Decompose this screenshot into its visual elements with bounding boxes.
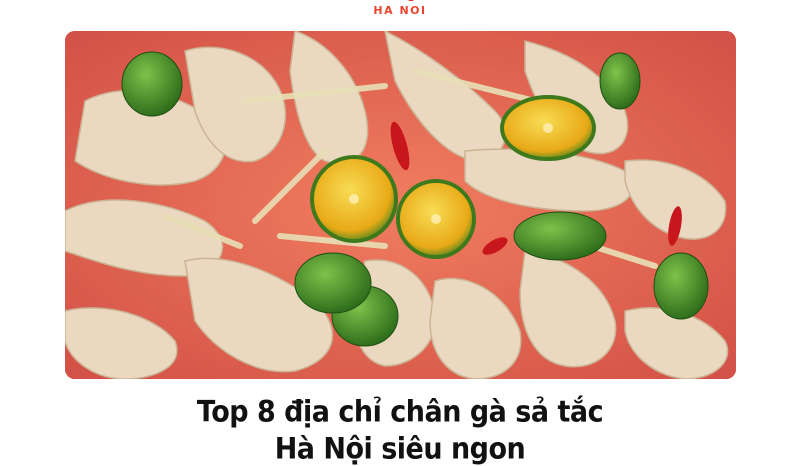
brand-name: HA NOI: [373, 4, 427, 17]
brand-logo-mark: [374, 0, 426, 2]
hero-photo: [65, 31, 736, 379]
article-title-line-1: Top 8 địa chỉ chân gà sả tắc: [196, 395, 604, 430]
food-photo-illustration: [65, 31, 736, 379]
article-title-line-2: Hà Nội siêu ngon: [274, 432, 526, 466]
